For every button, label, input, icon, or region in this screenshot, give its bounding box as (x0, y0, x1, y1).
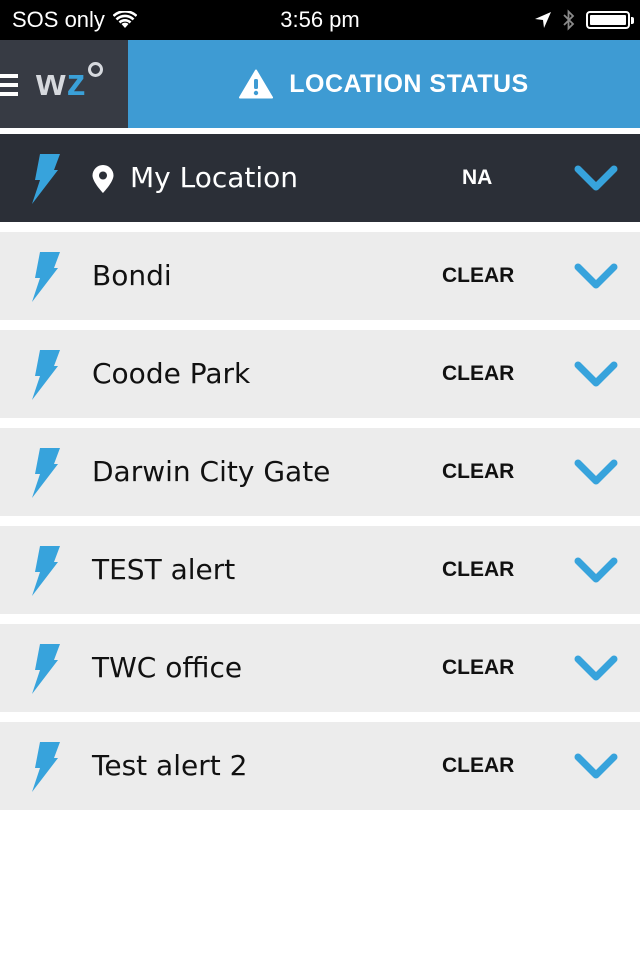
location-arrow-icon (535, 12, 551, 28)
app-logo: wz (36, 62, 103, 105)
status-right (534, 8, 634, 32)
chevron-down-icon[interactable] (574, 360, 618, 390)
location-row[interactable]: TEST alert CLEAR (0, 526, 640, 614)
bluetooth-icon (563, 9, 575, 31)
lightning-bolt-icon (32, 644, 60, 694)
location-row[interactable]: Test alert 2 CLEAR (0, 722, 640, 810)
lightning-bolt-icon (32, 546, 60, 596)
chevron-down-icon[interactable] (574, 556, 618, 586)
status-badge: CLEAR (442, 362, 515, 385)
chevron-down-icon[interactable] (574, 164, 618, 194)
battery-icon (586, 11, 634, 29)
lightning-bolt-icon (32, 252, 60, 302)
logo-degree-icon (88, 62, 103, 77)
status-badge: CLEAR (442, 558, 515, 581)
chevron-down-icon[interactable] (574, 654, 618, 684)
lightning-bolt-icon (32, 154, 60, 204)
chevron-down-icon[interactable] (574, 262, 618, 292)
location-row[interactable]: TWC office CLEAR (0, 624, 640, 712)
logo-w: w (36, 62, 67, 104)
my-location-row[interactable]: My Location NA (0, 134, 640, 222)
lightning-bolt-icon (32, 350, 60, 400)
location-row[interactable]: Bondi CLEAR (0, 232, 640, 320)
title-bar: LOCATION STATUS (128, 40, 640, 128)
location-row[interactable]: Coode Park CLEAR (0, 330, 640, 418)
lightning-bolt-icon (32, 742, 60, 792)
logo-z: z (66, 62, 87, 104)
hamburger-menu-icon[interactable] (0, 74, 18, 96)
status-badge: CLEAR (442, 656, 515, 679)
location-name: Test alert 2 (92, 749, 248, 782)
location-name: Coode Park (92, 357, 251, 390)
app-header: wz LOCATION STATUS (0, 40, 640, 128)
lightning-bolt-icon (32, 448, 60, 498)
page-title: LOCATION STATUS (289, 69, 529, 98)
warning-triangle-icon (239, 69, 274, 99)
chevron-down-icon[interactable] (574, 752, 618, 782)
status-badge: CLEAR (442, 754, 515, 777)
location-list: My Location NA Bondi CLEAR Coode Park CL… (0, 134, 640, 820)
chevron-down-icon[interactable] (574, 458, 618, 488)
location-name: My Location (130, 161, 299, 194)
location-name: TWC office (92, 651, 243, 684)
location-name: Bondi (92, 259, 172, 292)
location-pin-icon (92, 165, 114, 193)
status-bar: SOS only 3:56 pm (0, 0, 640, 40)
location-row[interactable]: Darwin City Gate CLEAR (0, 428, 640, 516)
status-badge: CLEAR (442, 264, 515, 287)
location-name: Darwin City Gate (92, 455, 331, 488)
status-badge: CLEAR (442, 460, 515, 483)
status-badge: NA (462, 166, 493, 189)
logo-area: wz (0, 40, 128, 128)
location-name: TEST alert (92, 553, 236, 586)
